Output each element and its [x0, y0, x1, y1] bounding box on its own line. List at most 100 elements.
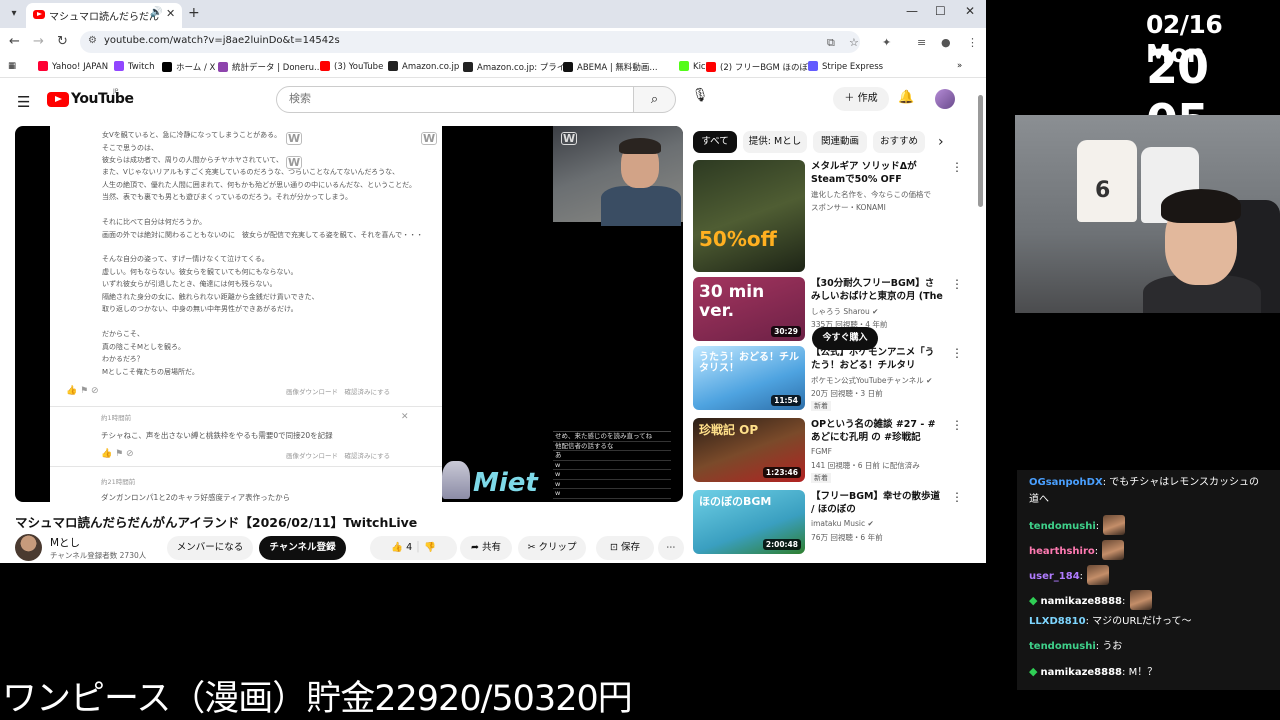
url-text[interactable]: youtube.com/watch?v=j8ae2luinDo&t=14542s [104, 35, 340, 46]
bookmark-item[interactable]: 統計データ | Doneru... [218, 61, 322, 73]
channel-avatar[interactable] [15, 534, 42, 561]
search-icon[interactable]: ⌕ [633, 86, 676, 113]
bookmark-item[interactable]: Stripe Express [808, 61, 883, 72]
more-options-icon[interactable]: ⋮ [951, 346, 963, 360]
recommendation-channel[interactable]: ポケモン公式YouTubeチャンネル ✔ [811, 375, 932, 386]
duration-badge: 11:54 [771, 395, 801, 406]
recommendation-title[interactable]: 【フリーBGM】幸せの散歩道 / ほのぼの [811, 490, 943, 516]
buy-now-button[interactable]: 今すぐ購入 [812, 327, 878, 350]
marshmallow-document: 女Vを観ていると、急に冷静になってしまうことがある。 そこで思うのは、 彼女らは成功… [50, 126, 442, 502]
tab-search-icon[interactable]: ▾ [6, 6, 22, 22]
subscribe-button[interactable]: チャンネル登録 [259, 536, 346, 560]
youtube-wordmark[interactable]: YouTube [71, 91, 134, 107]
youtube-page: ☰ YouTube JP ⌕ 🎙 ＋ 作成 🔔 女Vを観ていると、急に冷静になっ… [0, 79, 986, 563]
more-actions-icon[interactable]: ⋯ [658, 536, 684, 560]
more-options-icon[interactable]: ⋮ [951, 160, 963, 174]
bookmark-item[interactable]: Amazon.co.jp [388, 61, 459, 72]
search-box[interactable] [276, 86, 634, 113]
streamer-hair [1161, 189, 1241, 223]
recommendation-item[interactable]: ほのぼのBGM 2:00:48 【フリーBGM】幸せの散歩道 / ほのぼの imata… [693, 490, 963, 554]
more-options-icon[interactable]: ⋮ [951, 277, 963, 291]
new-tab-icon[interactable]: + [188, 5, 200, 21]
recommendation-item[interactable]: 珍戦記 OP 1:23:46 OPという名の雑談 #27 - #あどにむ孔明 の #… [693, 418, 963, 483]
bookmark-item[interactable]: (3) YouTube [320, 61, 383, 72]
recommendation-channel[interactable]: しゃろう Sharou ✔ [811, 306, 878, 317]
share-button[interactable]: ➦ 共有 [460, 536, 512, 560]
bookmark-item[interactable]: Twitch [114, 61, 155, 72]
reload-icon[interactable]: ↻ [57, 34, 68, 49]
recommendation-title[interactable]: 【30分耐久フリーBGM】さみしいおばけと東京の月 (The lonely... [811, 277, 943, 303]
extensions-icon[interactable]: ✦ [882, 36, 891, 49]
chat-text: M！？ [1128, 667, 1158, 678]
chip-channel[interactable]: 提供: Mとし [743, 131, 807, 153]
recommendation-channel[interactable]: FGMF [811, 447, 832, 456]
chip-related[interactable]: 関連動画 [813, 131, 867, 153]
omnibox[interactable]: ⚙ youtube.com/watch?v=j8ae2luinDo&t=1454… [80, 31, 860, 53]
browser-tab-active[interactable]: マシュマロ読んだらだんがんアイ 🔊 ✕ [26, 3, 182, 28]
bookmarks-bar: ▦ Yahoo! JAPAN Twitch ホーム / X 統計データ | Doner… [0, 56, 986, 78]
scrollbar-thumb[interactable] [978, 95, 983, 207]
recommendation-channel[interactable]: imataku Music ✔ [811, 519, 874, 528]
video-thumbnail[interactable]: 50%off [693, 160, 805, 272]
page-scrollbar[interactable] [977, 87, 984, 557]
recommendation-channel[interactable]: 進化した名作を、今ならこの価格で [811, 189, 931, 200]
join-button[interactable]: メンバーになる [167, 536, 253, 560]
recommendation-title[interactable]: OPという名の雑談 #27 - #あどにむ孔明 の #珍戦記 [811, 418, 943, 444]
speaker-icon[interactable]: 🔊 [150, 7, 162, 18]
more-bookmarks-icon[interactable]: » [957, 61, 962, 71]
thumbnail-text: 珍戦記 OP [699, 423, 759, 437]
channel-name[interactable]: Mとし [50, 535, 80, 550]
like-dislike-group: 👍 4 │ 👎 [370, 536, 457, 560]
microphone-icon[interactable]: 🎙 [688, 88, 712, 112]
youtube-logo-icon[interactable] [47, 92, 69, 107]
bookmark-label: ホーム / X [176, 63, 216, 73]
profile-icon[interactable]: ● [941, 36, 951, 49]
clip-button[interactable]: ✂ クリップ [518, 536, 586, 560]
like-icon[interactable]: 👍 [391, 542, 403, 553]
minimize-icon[interactable]: — [906, 4, 918, 18]
bookmark-item[interactable]: (2) フリーBGM ほのぼ... [706, 61, 816, 73]
video-thumbnail[interactable]: 30 min ver. 30:29 [693, 277, 805, 341]
site-info-icon[interactable]: ⚙ [88, 35, 97, 46]
bookmark-item[interactable]: ABEMA | 無料動画... [563, 61, 658, 73]
video-thumbnail[interactable]: うたう！おどる！チルタリス！ 11:54 [693, 346, 805, 410]
bookmark-item[interactable]: Amazon.co.jp: プライ... [463, 61, 573, 73]
hamburger-menu-icon[interactable]: ☰ [17, 93, 30, 111]
chip-recommended[interactable]: おすすめ [873, 131, 925, 153]
save-button[interactable]: ⊡ 保存 [596, 536, 654, 560]
back-icon[interactable]: ← [9, 34, 20, 49]
media-icon[interactable]: ≡ [917, 36, 926, 49]
dislike-icon[interactable]: 👎 [424, 542, 436, 553]
chat-message: LLXD8810: マジのURLだけって〜 [1029, 615, 1192, 629]
recommendation-item[interactable]: うたう！おどる！チルタリス！ 11:54 【公式】ポケモンアニメ「うたう！おどる！チ… [693, 346, 963, 411]
bookmark-favicon-icon [114, 61, 124, 71]
close-window-icon[interactable]: ✕ [965, 4, 975, 18]
chip-all[interactable]: すべて [693, 131, 737, 153]
maximize-icon[interactable]: ☐ [935, 4, 946, 18]
recommendation-title[interactable]: メタルギア ソリッドΔがSteamで50% OFF [811, 160, 943, 186]
account-avatar[interactable] [935, 89, 955, 109]
recommendation-item[interactable]: 50%off メタルギア ソリッドΔがSteamで50% OFF 進化した名作を、今… [693, 160, 963, 272]
forward-icon[interactable]: → [33, 34, 44, 49]
chevron-right-icon[interactable]: › [938, 134, 944, 150]
more-options-icon[interactable]: ⋮ [951, 418, 963, 432]
menu-kebab-icon[interactable]: ⋮ [967, 36, 978, 49]
video-thumbnail[interactable]: ほのぼのBGM 2:00:48 [693, 490, 805, 554]
notifications-bell-icon[interactable]: 🔔 [898, 90, 914, 105]
tab-bar: ▾ マシュマロ読んだらだんがんアイ 🔊 ✕ + — ☐ ✕ [0, 0, 986, 28]
create-button[interactable]: ＋ 作成 [833, 87, 889, 111]
chat-message-continuation: 道へ [1029, 494, 1049, 505]
person-hair [619, 138, 661, 154]
chat-username: namikaze8888 [1040, 667, 1123, 678]
bookmark-star-icon[interactable]: ☆ [849, 36, 859, 49]
video-player[interactable]: 女Vを観ていると、急に冷静になってしまうことがある。 そこで思うのは、 彼女らは成功… [15, 126, 683, 502]
search-input[interactable] [289, 92, 619, 105]
bookmark-item[interactable]: Yahoo! JAPAN [38, 61, 108, 72]
thumbnail-text: うたう！おどる！チルタリス！ [699, 352, 799, 374]
apps-grid-icon[interactable]: ▦ [8, 61, 16, 71]
cast-icon[interactable]: ⧉ [827, 36, 835, 50]
more-options-icon[interactable]: ⋮ [951, 490, 963, 504]
video-thumbnail[interactable]: 珍戦記 OP 1:23:46 [693, 418, 805, 482]
close-tab-icon[interactable]: ✕ [166, 7, 175, 20]
bookmark-item[interactable]: ホーム / X [162, 61, 215, 73]
